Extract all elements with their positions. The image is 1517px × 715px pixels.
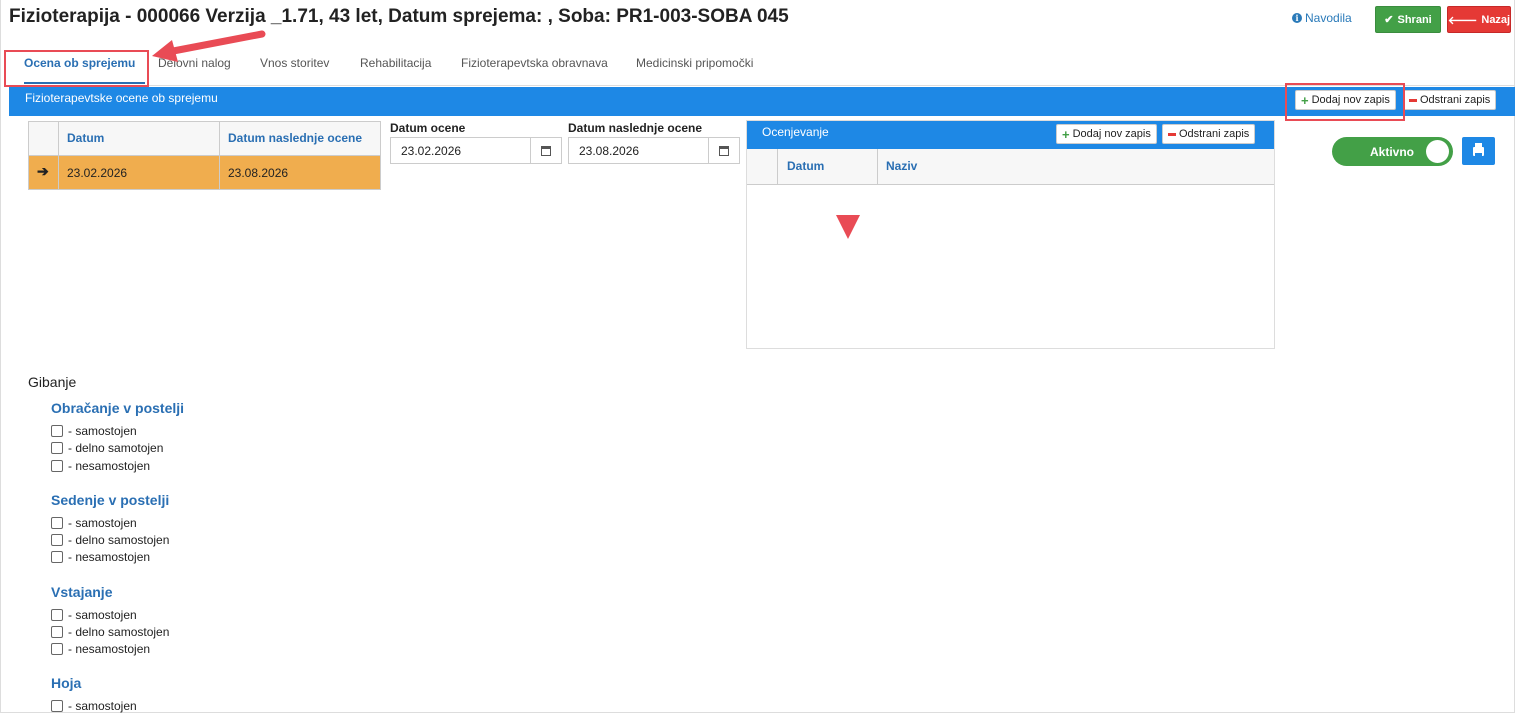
page-title: Fizioterapija - 000066 Verzija _1.71, 43…	[9, 6, 789, 27]
row-arrow-icon: ➔	[37, 163, 49, 179]
active-toggle[interactable]: Aktivno	[1332, 137, 1453, 166]
minus-icon	[1168, 132, 1176, 136]
datum-naslednje-calendar-button[interactable]	[708, 138, 739, 163]
remove-record-label: Odstrani zapis	[1420, 94, 1491, 106]
checkbox[interactable]	[51, 700, 63, 712]
checkbox[interactable]	[51, 609, 63, 621]
option-label: - samostojen	[68, 424, 137, 438]
check-icon: ✔	[1384, 14, 1394, 26]
option-checkbox-row[interactable]: - samostojen	[51, 608, 137, 622]
back-button-label: Nazaj	[1481, 13, 1511, 26]
assessments-grid: Datum Datum naslednje ocene ➔ 23.02.2026…	[28, 121, 381, 190]
ocenjevanje-add-label: Dodaj nov zapis	[1072, 128, 1151, 140]
option-checkbox-row[interactable]: - nesamostojen	[51, 642, 150, 656]
checkbox[interactable]	[51, 551, 63, 563]
tab-rehabilitacija[interactable]: Rehabilitacija	[360, 50, 431, 84]
option-label: - nesamostojen	[68, 459, 151, 473]
plus-icon: +	[1301, 92, 1309, 108]
row-datum-naslednje: 23.08.2026	[228, 166, 289, 180]
checkbox[interactable]	[51, 626, 63, 638]
checkbox[interactable]	[51, 534, 63, 546]
group-hoja-title: Hoja	[51, 675, 82, 691]
help-link[interactable]: i Navodila	[1292, 11, 1352, 25]
option-label: - samostojen	[68, 699, 137, 713]
option-label: - delno samotojen	[68, 441, 164, 455]
ocenjevanje-columns: Datum Naziv	[747, 149, 1274, 185]
group-vstajanje-title: Vstajanje	[51, 584, 113, 600]
option-label: - nesamostojen	[68, 642, 151, 656]
ocenjevanje-title: Ocenjevanje	[762, 125, 829, 139]
option-label: - samostojen	[68, 608, 137, 622]
option-checkbox-row[interactable]: - delno samostojen	[51, 625, 169, 639]
remove-record-button[interactable]: Odstrani zapis	[1403, 90, 1497, 110]
option-checkbox-row[interactable]: - nesamostojen	[51, 459, 150, 473]
toggle-knob	[1426, 140, 1449, 163]
gibanje-heading: Gibanje	[28, 374, 77, 390]
save-button-label: Shrani	[1397, 13, 1432, 26]
option-checkbox-row[interactable]: - delno samostojen	[51, 533, 169, 547]
checkbox[interactable]	[51, 517, 63, 529]
tab-fizioterapevtska-obravnava[interactable]: Fizioterapevtska obravnava	[461, 50, 608, 84]
option-label: - delno samostojen	[68, 533, 170, 547]
add-record-button[interactable]: + Dodaj nov zapis	[1295, 90, 1396, 110]
tab-ocena-ob-sprejemu[interactable]: Ocena ob sprejemu	[24, 50, 145, 84]
add-record-label: Dodaj nov zapis	[1311, 94, 1390, 106]
printer-icon	[1473, 142, 1484, 156]
checkbox[interactable]	[51, 460, 63, 472]
annotation-marker	[836, 215, 860, 239]
ocenjevanje-remove-label: Odstrani zapis	[1179, 128, 1250, 140]
datum-ocene-calendar-button[interactable]	[530, 138, 561, 163]
grid-divider	[877, 149, 878, 185]
checkbox[interactable]	[51, 425, 63, 437]
checkbox[interactable]	[51, 643, 63, 655]
datum-naslednje-value[interactable]: 23.08.2026	[569, 138, 708, 163]
save-button[interactable]: ✔ Shrani	[1375, 6, 1441, 33]
minus-icon	[1409, 98, 1417, 102]
checkbox[interactable]	[51, 442, 63, 454]
help-link-label: Navodila	[1305, 11, 1352, 25]
option-label: - samostojen	[68, 516, 137, 530]
tab-medicinski-pripomocki[interactable]: Medicinski pripomočki	[636, 50, 753, 84]
ocenjevanje-remove-button[interactable]: Odstrani zapis	[1162, 124, 1256, 144]
table-row[interactable]: ➔ 23.02.2026 23.08.2026	[29, 156, 380, 189]
column-header-datum[interactable]: Datum	[787, 159, 824, 173]
datum-naslednje-field[interactable]: 23.08.2026	[568, 137, 740, 164]
option-label: - nesamostojen	[68, 550, 151, 564]
column-header-datum-naslednje[interactable]: Datum naslednje ocene	[228, 131, 362, 145]
grid-header: Datum Datum naslednje ocene	[29, 122, 380, 156]
ocenjevanje-panel: Ocenjevanje Datum Naziv	[746, 120, 1275, 349]
calendar-icon	[541, 145, 551, 156]
tab-vnos-storitev[interactable]: Vnos storitev	[260, 50, 329, 84]
option-checkbox-row[interactable]: - samostojen	[51, 516, 137, 530]
datum-ocene-label: Datum ocene	[390, 121, 466, 135]
datum-ocene-value[interactable]: 23.02.2026	[391, 138, 530, 163]
column-header-naziv[interactable]: Naziv	[886, 159, 917, 173]
grid-divider	[219, 122, 220, 189]
grid-divider	[777, 149, 778, 185]
option-checkbox-row[interactable]: - samostojen	[51, 424, 137, 438]
print-button[interactable]	[1462, 137, 1495, 165]
back-button[interactable]: 🡐 Nazaj	[1447, 6, 1511, 33]
datum-ocene-field[interactable]: 23.02.2026	[390, 137, 562, 164]
ocenjevanje-add-button[interactable]: + Dodaj nov zapis	[1056, 124, 1157, 144]
grid-divider	[58, 122, 59, 189]
group-sedenje-title: Sedenje v postelji	[51, 492, 170, 508]
tab-bar: Ocena ob sprejemu Delovni nalog Vnos sto…	[9, 50, 1515, 86]
option-checkbox-row[interactable]: - samostojen	[51, 699, 137, 713]
option-label: - delno samostojen	[68, 625, 170, 639]
plus-icon: +	[1062, 126, 1070, 142]
row-datum: 23.02.2026	[67, 166, 128, 180]
section-title: Fizioterapevtske ocene ob sprejemu	[25, 91, 218, 105]
tab-delovni-nalog[interactable]: Delovni nalog	[158, 50, 231, 84]
calendar-icon	[719, 145, 729, 156]
column-header-datum[interactable]: Datum	[67, 131, 104, 145]
datum-naslednje-label: Datum naslednje ocene	[568, 121, 703, 135]
option-checkbox-row[interactable]: - nesamostojen	[51, 550, 150, 564]
arrow-left-icon: 🡐	[1447, 14, 1478, 27]
info-icon: i	[1292, 13, 1302, 23]
option-checkbox-row[interactable]: - delno samotojen	[51, 441, 163, 455]
section-header: Fizioterapevtske ocene ob sprejemu	[9, 87, 1515, 116]
active-toggle-label: Aktivno	[1370, 145, 1415, 159]
group-obracanje-title: Obračanje v postelji	[51, 400, 185, 416]
